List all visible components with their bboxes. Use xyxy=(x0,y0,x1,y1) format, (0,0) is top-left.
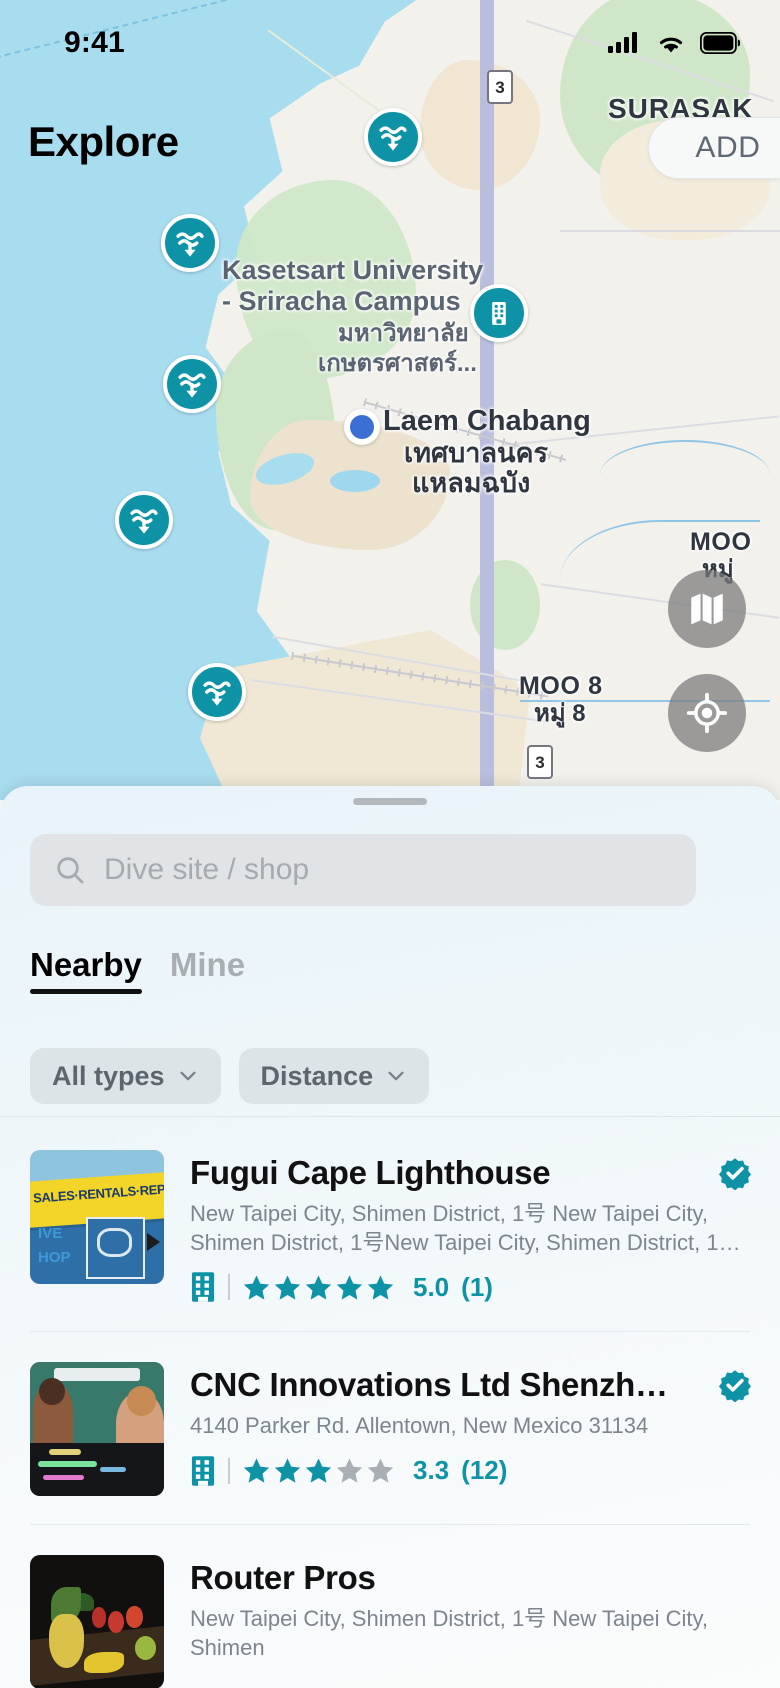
map-label-kasetsart-1: Kasetsart University xyxy=(222,255,483,287)
dive-site-icon xyxy=(173,226,207,260)
page-title: Explore xyxy=(28,118,179,166)
result-title: Router Pros xyxy=(190,1559,752,1597)
map-label-kasetsart-thai-1: มหาวิทยาลัย xyxy=(338,320,469,348)
search-input[interactable]: Dive site / shop xyxy=(30,834,696,906)
result-meta: 3.3 (12) xyxy=(190,1455,752,1487)
user-location-marker xyxy=(344,409,380,445)
result-title: Fugui Cape Lighthouse xyxy=(190,1154,704,1192)
verified-badge-icon xyxy=(718,1368,752,1402)
tab-bar: Nearby Mine xyxy=(30,946,245,994)
map-layers-button[interactable] xyxy=(668,570,746,648)
map-marker-dive-site[interactable] xyxy=(364,108,422,166)
rating-value: 3.3 xyxy=(413,1455,449,1486)
chevron-down-icon xyxy=(385,1065,407,1087)
user-location-dot xyxy=(350,415,374,439)
sheet-drag-handle[interactable] xyxy=(353,798,427,805)
result-address: New Taipei City, Shimen District, 1号 New… xyxy=(190,1200,752,1257)
filter-distance-label: Distance xyxy=(261,1061,374,1092)
map-river xyxy=(600,440,770,510)
map-label-laem-chabang-thai-1: เทศบาลนคร xyxy=(404,438,548,470)
result-address: New Taipei City, Shimen District, 1号 New… xyxy=(190,1605,752,1662)
route-shield-3: 3 xyxy=(527,745,553,779)
result-address: 4140 Parker Rd. Allentown, New Mexico 31… xyxy=(190,1412,752,1441)
rating-stars xyxy=(242,1273,395,1302)
add-button[interactable]: ADD xyxy=(648,117,780,179)
map-marker-dive-site[interactable] xyxy=(161,214,219,272)
cellular-signal-icon xyxy=(608,31,642,55)
map-marker-dive-shop[interactable] xyxy=(470,284,528,342)
search-icon xyxy=(54,854,86,886)
list-item[interactable]: CNC Innovations Ltd Shenzh… 4140 Parker … xyxy=(0,1332,780,1524)
map-marker-dive-site[interactable] xyxy=(163,355,221,413)
filter-all-types[interactable]: All types xyxy=(30,1048,221,1104)
list-item[interactable]: Router Pros New Taipei City, Shimen Dist… xyxy=(0,1525,780,1688)
status-bar-icons xyxy=(608,31,740,55)
status-bar: 9:41 xyxy=(0,0,780,86)
filter-bar: All types Distance xyxy=(30,1048,429,1104)
result-meta: 5.0 (1) xyxy=(190,1271,752,1303)
explore-screen: 3 3 Kasetsart University - Sriracha Camp… xyxy=(0,0,780,1688)
bottom-sheet: Dive site / shop Nearby Mine All types D… xyxy=(0,786,780,1688)
battery-icon xyxy=(700,32,740,54)
dive-site-icon xyxy=(175,367,209,401)
map-marker-dive-site[interactable] xyxy=(188,663,246,721)
filter-distance[interactable]: Distance xyxy=(239,1048,430,1104)
map-label-kasetsart-thai-2: เกษตรศาสตร์... xyxy=(318,350,477,378)
dive-shop-building-icon xyxy=(482,296,516,330)
map-label-moo-8-thai: หมู่ 8 xyxy=(534,700,586,728)
map-layers-icon xyxy=(686,588,728,630)
map-marker-dive-site[interactable] xyxy=(115,491,173,549)
map-label-moo: MOO xyxy=(690,528,752,558)
result-title-row: Router Pros xyxy=(190,1559,752,1597)
meta-separator xyxy=(228,1458,230,1484)
filter-list-divider xyxy=(0,1116,780,1117)
dive-shop-building-icon xyxy=(190,1455,216,1487)
results-list: SALES·RENTALS·REPAIRS IVE HOP Fugui Cape… xyxy=(0,1120,780,1688)
review-count: (12) xyxy=(461,1455,507,1486)
map-label-moo-8: MOO 8 xyxy=(519,672,603,702)
review-count: (1) xyxy=(461,1272,493,1303)
result-title-row: Fugui Cape Lighthouse xyxy=(190,1154,752,1192)
verified-badge-icon xyxy=(718,1156,752,1190)
result-title-row: CNC Innovations Ltd Shenzh… xyxy=(190,1366,752,1404)
wifi-icon xyxy=(655,31,687,55)
rating-value: 5.0 xyxy=(413,1272,449,1303)
status-bar-clock: 9:41 xyxy=(64,26,125,60)
map-label-kasetsart-2: - Sriracha Campus xyxy=(222,286,461,318)
map-highway xyxy=(480,0,494,800)
result-title: CNC Innovations Ltd Shenzh… xyxy=(190,1366,704,1404)
route-shield-label: 3 xyxy=(535,754,544,771)
dive-shop-building-icon xyxy=(190,1271,216,1303)
map-bay xyxy=(330,470,380,492)
meta-separator xyxy=(228,1274,230,1300)
map-label-laem-chabang: Laem Chabang xyxy=(383,404,591,438)
result-body: Fugui Cape Lighthouse New Taipei City, S… xyxy=(190,1150,752,1303)
result-body: Router Pros New Taipei City, Shimen Dist… xyxy=(190,1555,752,1688)
result-body: CNC Innovations Ltd Shenzh… 4140 Parker … xyxy=(190,1362,752,1496)
result-thumbnail xyxy=(30,1362,164,1496)
dive-site-icon xyxy=(200,675,234,709)
crosshair-locate-icon xyxy=(686,692,728,734)
dive-site-icon xyxy=(376,120,410,154)
locate-me-button[interactable] xyxy=(668,674,746,752)
result-thumbnail xyxy=(30,1555,164,1688)
result-thumbnail: SALES·RENTALS·REPAIRS IVE HOP xyxy=(30,1150,164,1284)
list-item[interactable]: SALES·RENTALS·REPAIRS IVE HOP Fugui Cape… xyxy=(0,1120,780,1331)
dive-site-icon xyxy=(127,503,161,537)
filter-all-types-label: All types xyxy=(52,1061,165,1092)
tab-nearby[interactable]: Nearby xyxy=(30,946,142,994)
map-road xyxy=(560,230,780,232)
map-label-laem-chabang-thai-2: แหลมฉบัง xyxy=(412,468,530,500)
chevron-down-icon xyxy=(177,1065,199,1087)
rating-stars xyxy=(242,1456,395,1485)
search-placeholder: Dive site / shop xyxy=(104,853,309,887)
tab-mine[interactable]: Mine xyxy=(170,946,245,994)
